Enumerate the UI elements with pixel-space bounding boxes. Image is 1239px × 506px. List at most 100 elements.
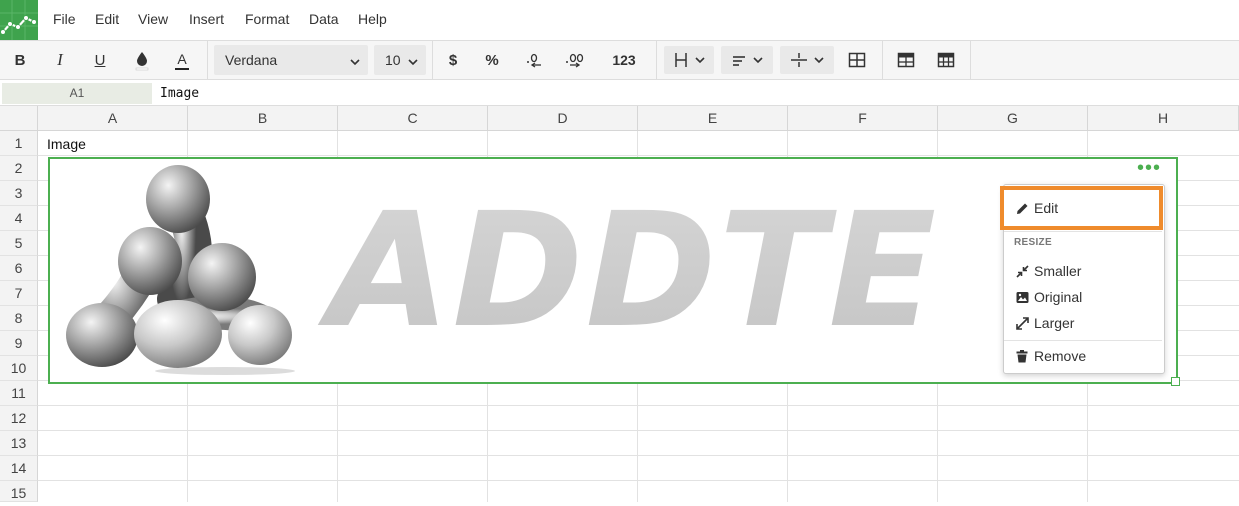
shrink-icon <box>1015 264 1029 278</box>
toolbar-divider <box>207 41 208 79</box>
trash-icon <box>1015 349 1029 363</box>
row-header-14[interactable]: 14 <box>0 456 38 481</box>
remove-menu-label: Remove <box>1034 348 1087 364</box>
text-color-label: A <box>177 50 187 67</box>
grid-line <box>38 455 1239 456</box>
text-color-button[interactable]: A <box>170 46 194 74</box>
row-header-13[interactable]: 13 <box>0 431 38 456</box>
percent-format-button[interactable]: % <box>480 46 504 74</box>
image-icon <box>1015 290 1029 304</box>
image-options-dots-icon[interactable]: ••• <box>1137 158 1161 178</box>
menu-help[interactable]: Help <box>358 11 387 27</box>
row-header-5[interactable]: 5 <box>0 231 38 256</box>
cell-reference-box[interactable]: A1 <box>2 83 152 104</box>
row-header-15[interactable]: 15 <box>0 481 38 502</box>
toolbar-divider <box>882 41 883 79</box>
larger-menu-item[interactable]: Larger <box>1004 311 1162 335</box>
menu-edit[interactable]: Edit <box>95 11 119 27</box>
column-header-h[interactable]: H <box>1088 106 1239 131</box>
number-format-button[interactable]: 123 <box>604 46 644 74</box>
menu-divider <box>1004 231 1162 232</box>
underline-button[interactable]: U <box>88 46 112 74</box>
fill-color-icon[interactable] <box>130 46 154 74</box>
menu-view[interactable]: View <box>138 11 168 27</box>
formula-input[interactable]: Image <box>158 83 1239 104</box>
row-header-4[interactable]: 4 <box>0 206 38 231</box>
freeze-rows-icon[interactable] <box>894 46 918 74</box>
chevron-down-icon <box>753 57 763 64</box>
row-header-7[interactable]: 7 <box>0 281 38 306</box>
merge-cells-icon[interactable] <box>845 46 869 74</box>
font-size-value: 10 <box>385 52 401 68</box>
edit-menu-label: Edit <box>1034 200 1059 216</box>
column-header-e[interactable]: E <box>638 106 788 131</box>
grid-line <box>38 155 1239 156</box>
original-menu-item[interactable]: Original <box>1004 285 1162 309</box>
column-header-c[interactable]: C <box>338 106 488 131</box>
resize-section-header: RESIZE <box>1014 237 1052 248</box>
toolbar-divider <box>656 41 657 79</box>
original-menu-label: Original <box>1034 289 1083 305</box>
image-context-menu: Edit RESIZE Smaller Original Larger Remo… <box>1003 184 1165 374</box>
row-header-12[interactable]: 12 <box>0 406 38 431</box>
column-header-f[interactable]: F <box>788 106 938 131</box>
chevron-down-icon <box>695 57 705 64</box>
larger-menu-label: Larger <box>1034 315 1075 331</box>
bold-button[interactable]: B <box>8 46 32 74</box>
align-dropdown[interactable] <box>721 46 773 74</box>
row-header-11[interactable]: 11 <box>0 381 38 406</box>
borders-dropdown[interactable] <box>664 46 714 74</box>
grid-line <box>38 405 1239 406</box>
menu-format[interactable]: Format <box>245 11 289 27</box>
toolbar: B I U A Verdana 10 $ % 123 <box>0 40 1239 80</box>
menu-data[interactable]: Data <box>309 11 339 27</box>
image-resize-handle[interactable] <box>1171 377 1180 386</box>
cell-a1[interactable]: Image <box>47 136 86 152</box>
remove-menu-item[interactable]: Remove <box>1004 344 1162 368</box>
font-family-value: Verdana <box>225 52 278 68</box>
smaller-menu-label: Smaller <box>1034 263 1082 279</box>
decrease-decimals-icon[interactable] <box>522 46 546 74</box>
smaller-menu-item[interactable]: Smaller <box>1004 259 1162 283</box>
vertical-align-dropdown[interactable] <box>780 46 834 74</box>
italic-button[interactable]: I <box>48 46 72 74</box>
font-family-select[interactable]: Verdana <box>214 45 368 75</box>
expand-icon <box>1015 316 1029 330</box>
formula-bar: A1 Image <box>0 80 1239 106</box>
grid-line <box>38 430 1239 431</box>
row-header-9[interactable]: 9 <box>0 331 38 356</box>
chevron-down-icon <box>350 54 360 70</box>
row-header-3[interactable]: 3 <box>0 181 38 206</box>
row-header-8[interactable]: 8 <box>0 306 38 331</box>
toolbar-divider <box>970 41 971 79</box>
vertical-align-icon <box>791 53 807 67</box>
menu-divider <box>1004 340 1162 341</box>
align-left-icon <box>733 56 745 66</box>
toolbar-divider <box>432 41 433 79</box>
column-header-g[interactable]: G <box>938 106 1088 131</box>
grid-line <box>38 480 1239 481</box>
select-all-corner[interactable] <box>0 106 38 131</box>
pencil-icon <box>1015 201 1029 215</box>
row-header-2[interactable]: 2 <box>0 156 38 181</box>
app-logo-icon[interactable] <box>0 0 38 40</box>
freeze-columns-icon[interactable] <box>934 46 958 74</box>
font-size-select[interactable]: 10 <box>374 45 426 75</box>
edit-menu-item[interactable]: Edit <box>1004 196 1162 220</box>
currency-format-button[interactable]: $ <box>442 46 464 74</box>
row-header-1[interactable]: 1 <box>0 131 38 156</box>
borders-icon <box>675 53 687 67</box>
chevron-down-icon <box>814 57 824 64</box>
menu-bar: File Edit View Insert Format Data Help <box>0 0 1239 40</box>
column-header-a[interactable]: A <box>38 106 188 131</box>
menu-insert[interactable]: Insert <box>189 11 224 27</box>
row-header-6[interactable]: 6 <box>0 256 38 281</box>
text-color-swatch <box>175 67 189 70</box>
increase-decimals-icon[interactable] <box>563 46 587 74</box>
chevron-down-icon <box>408 54 418 70</box>
row-header-10[interactable]: 10 <box>0 356 38 381</box>
menu-file[interactable]: File <box>53 11 76 27</box>
column-header-b[interactable]: B <box>188 106 338 131</box>
logo-wordmark: ADDTE <box>317 179 938 363</box>
column-header-d[interactable]: D <box>488 106 638 131</box>
